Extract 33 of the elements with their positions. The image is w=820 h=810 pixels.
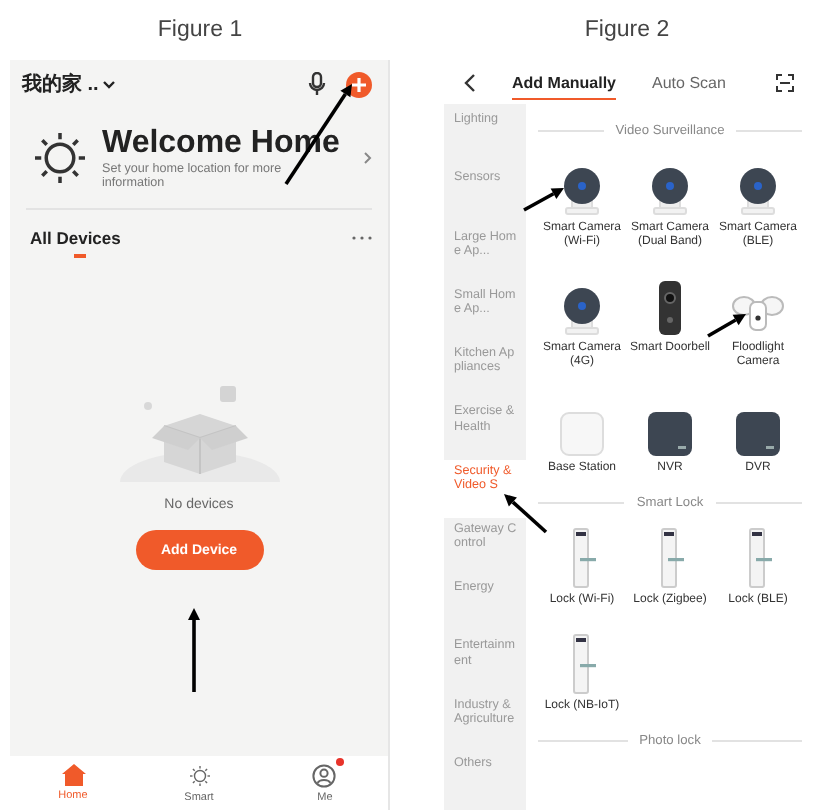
pointer-arrow — [504, 494, 548, 534]
floodlight-camera-icon — [732, 292, 784, 336]
door-lock-icon — [656, 528, 684, 588]
base-station-icon — [560, 412, 604, 456]
tab[interactable]: Auto Scan — [652, 65, 726, 99]
chevron-right-icon[interactable] — [364, 152, 372, 164]
camera-icon — [648, 166, 692, 216]
tab-indicator — [74, 254, 86, 258]
pointer-arrow — [523, 188, 564, 212]
home-icon — [61, 764, 85, 786]
recorder-icon — [648, 412, 692, 456]
figure-caption: Figure 1 — [155, 16, 245, 46]
home-selector[interactable]: 我的家 .. — [22, 70, 117, 98]
camera-icon — [736, 166, 780, 216]
microphone-icon[interactable] — [308, 72, 326, 96]
door-lock-icon — [568, 528, 596, 588]
sun-icon — [30, 128, 90, 188]
section-title[interactable]: All Devices — [30, 228, 121, 248]
door-lock-icon — [744, 528, 772, 588]
figure-caption: Figure 2 — [582, 16, 672, 46]
add-icon[interactable] — [346, 71, 372, 97]
camera-icon — [560, 166, 604, 216]
back-icon[interactable] — [464, 73, 476, 91]
pointer-arrow — [707, 314, 746, 338]
scan-icon[interactable] — [776, 73, 794, 91]
profile-icon — [312, 762, 338, 788]
camera-icon — [560, 286, 604, 336]
chevron-down-icon — [102, 79, 117, 89]
doorbell-icon — [658, 280, 682, 336]
recorder-icon — [736, 412, 780, 456]
tab[interactable]: Add Manually — [512, 65, 617, 99]
pointer-arrow — [188, 608, 200, 692]
door-lock-icon — [568, 634, 596, 694]
